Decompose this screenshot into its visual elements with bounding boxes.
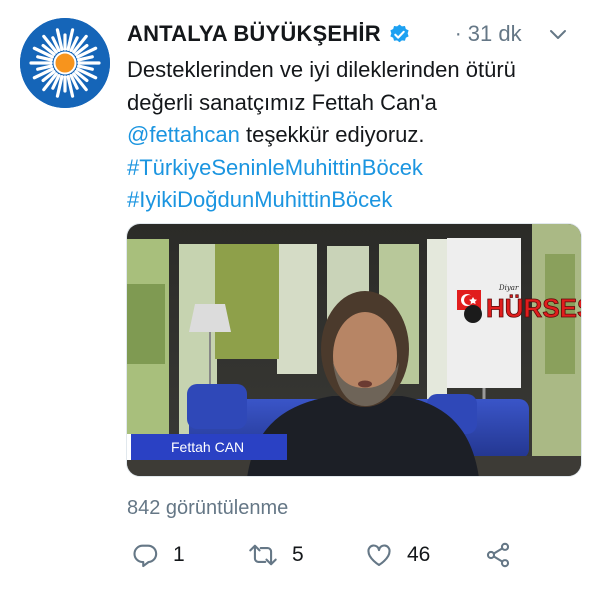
share-button[interactable] xyxy=(484,538,512,572)
chevron-down-icon[interactable] xyxy=(548,24,568,44)
view-count: 842 görüntülenme xyxy=(127,497,289,519)
hashtag-link[interactable]: #IyikiDoğdunMuhittinBöcek xyxy=(127,184,587,217)
reply-count: 1 xyxy=(173,543,185,566)
mention-link[interactable]: @fettahcan xyxy=(127,122,240,147)
video-lower-third-name: Fettah CAN xyxy=(171,439,244,455)
retweet-count: 5 xyxy=(292,543,304,566)
tweet-timestamp[interactable]: 31 dk xyxy=(468,21,522,47)
like-button[interactable]: 46 xyxy=(365,538,430,572)
hashtag-link[interactable]: #TürkiyeSeninleMuhittinBöcek xyxy=(127,152,587,185)
heart-icon xyxy=(367,544,391,566)
antalya-logo-icon xyxy=(20,18,110,108)
tweet-text-line: Desteklerinden ve iyi dileklerinden ötür… xyxy=(127,57,516,82)
share-icon xyxy=(486,542,510,568)
retweet-button[interactable]: 5 xyxy=(248,538,304,572)
tweet-video[interactable]: Diyar HÜRSES Fettah CAN xyxy=(126,223,582,477)
watermark-text: HÜRSES xyxy=(486,293,582,323)
verified-badge-icon xyxy=(388,23,411,46)
reply-icon xyxy=(133,544,158,568)
like-count: 46 xyxy=(407,543,431,566)
watermark-small-text: Diyar xyxy=(498,284,519,292)
author-avatar[interactable] xyxy=(20,18,110,108)
tweet-action-bar: 1 5 46 xyxy=(127,538,587,572)
tweet-header: ANTALYA BÜYÜKŞEHİR · 31 dk xyxy=(127,20,586,48)
tweet-text-line: değerli sanatçımız Fettah Can'a xyxy=(127,89,437,115)
tweet-text-fragment: teşekkür ediyoruz. xyxy=(239,122,425,147)
retweet-icon xyxy=(249,544,277,566)
tweet-text: Desteklerinden ve iyi dileklerinden ötür… xyxy=(127,54,587,217)
video-frame: Diyar HÜRSES Fettah CAN xyxy=(127,224,582,476)
tweet-text-line: @fettahcan teşekkür ediyoruz. xyxy=(127,119,587,152)
author-name[interactable]: ANTALYA BÜYÜKŞEHİR xyxy=(127,21,381,47)
reply-button[interactable]: 1 xyxy=(131,538,185,572)
time-separator: · xyxy=(454,22,462,45)
